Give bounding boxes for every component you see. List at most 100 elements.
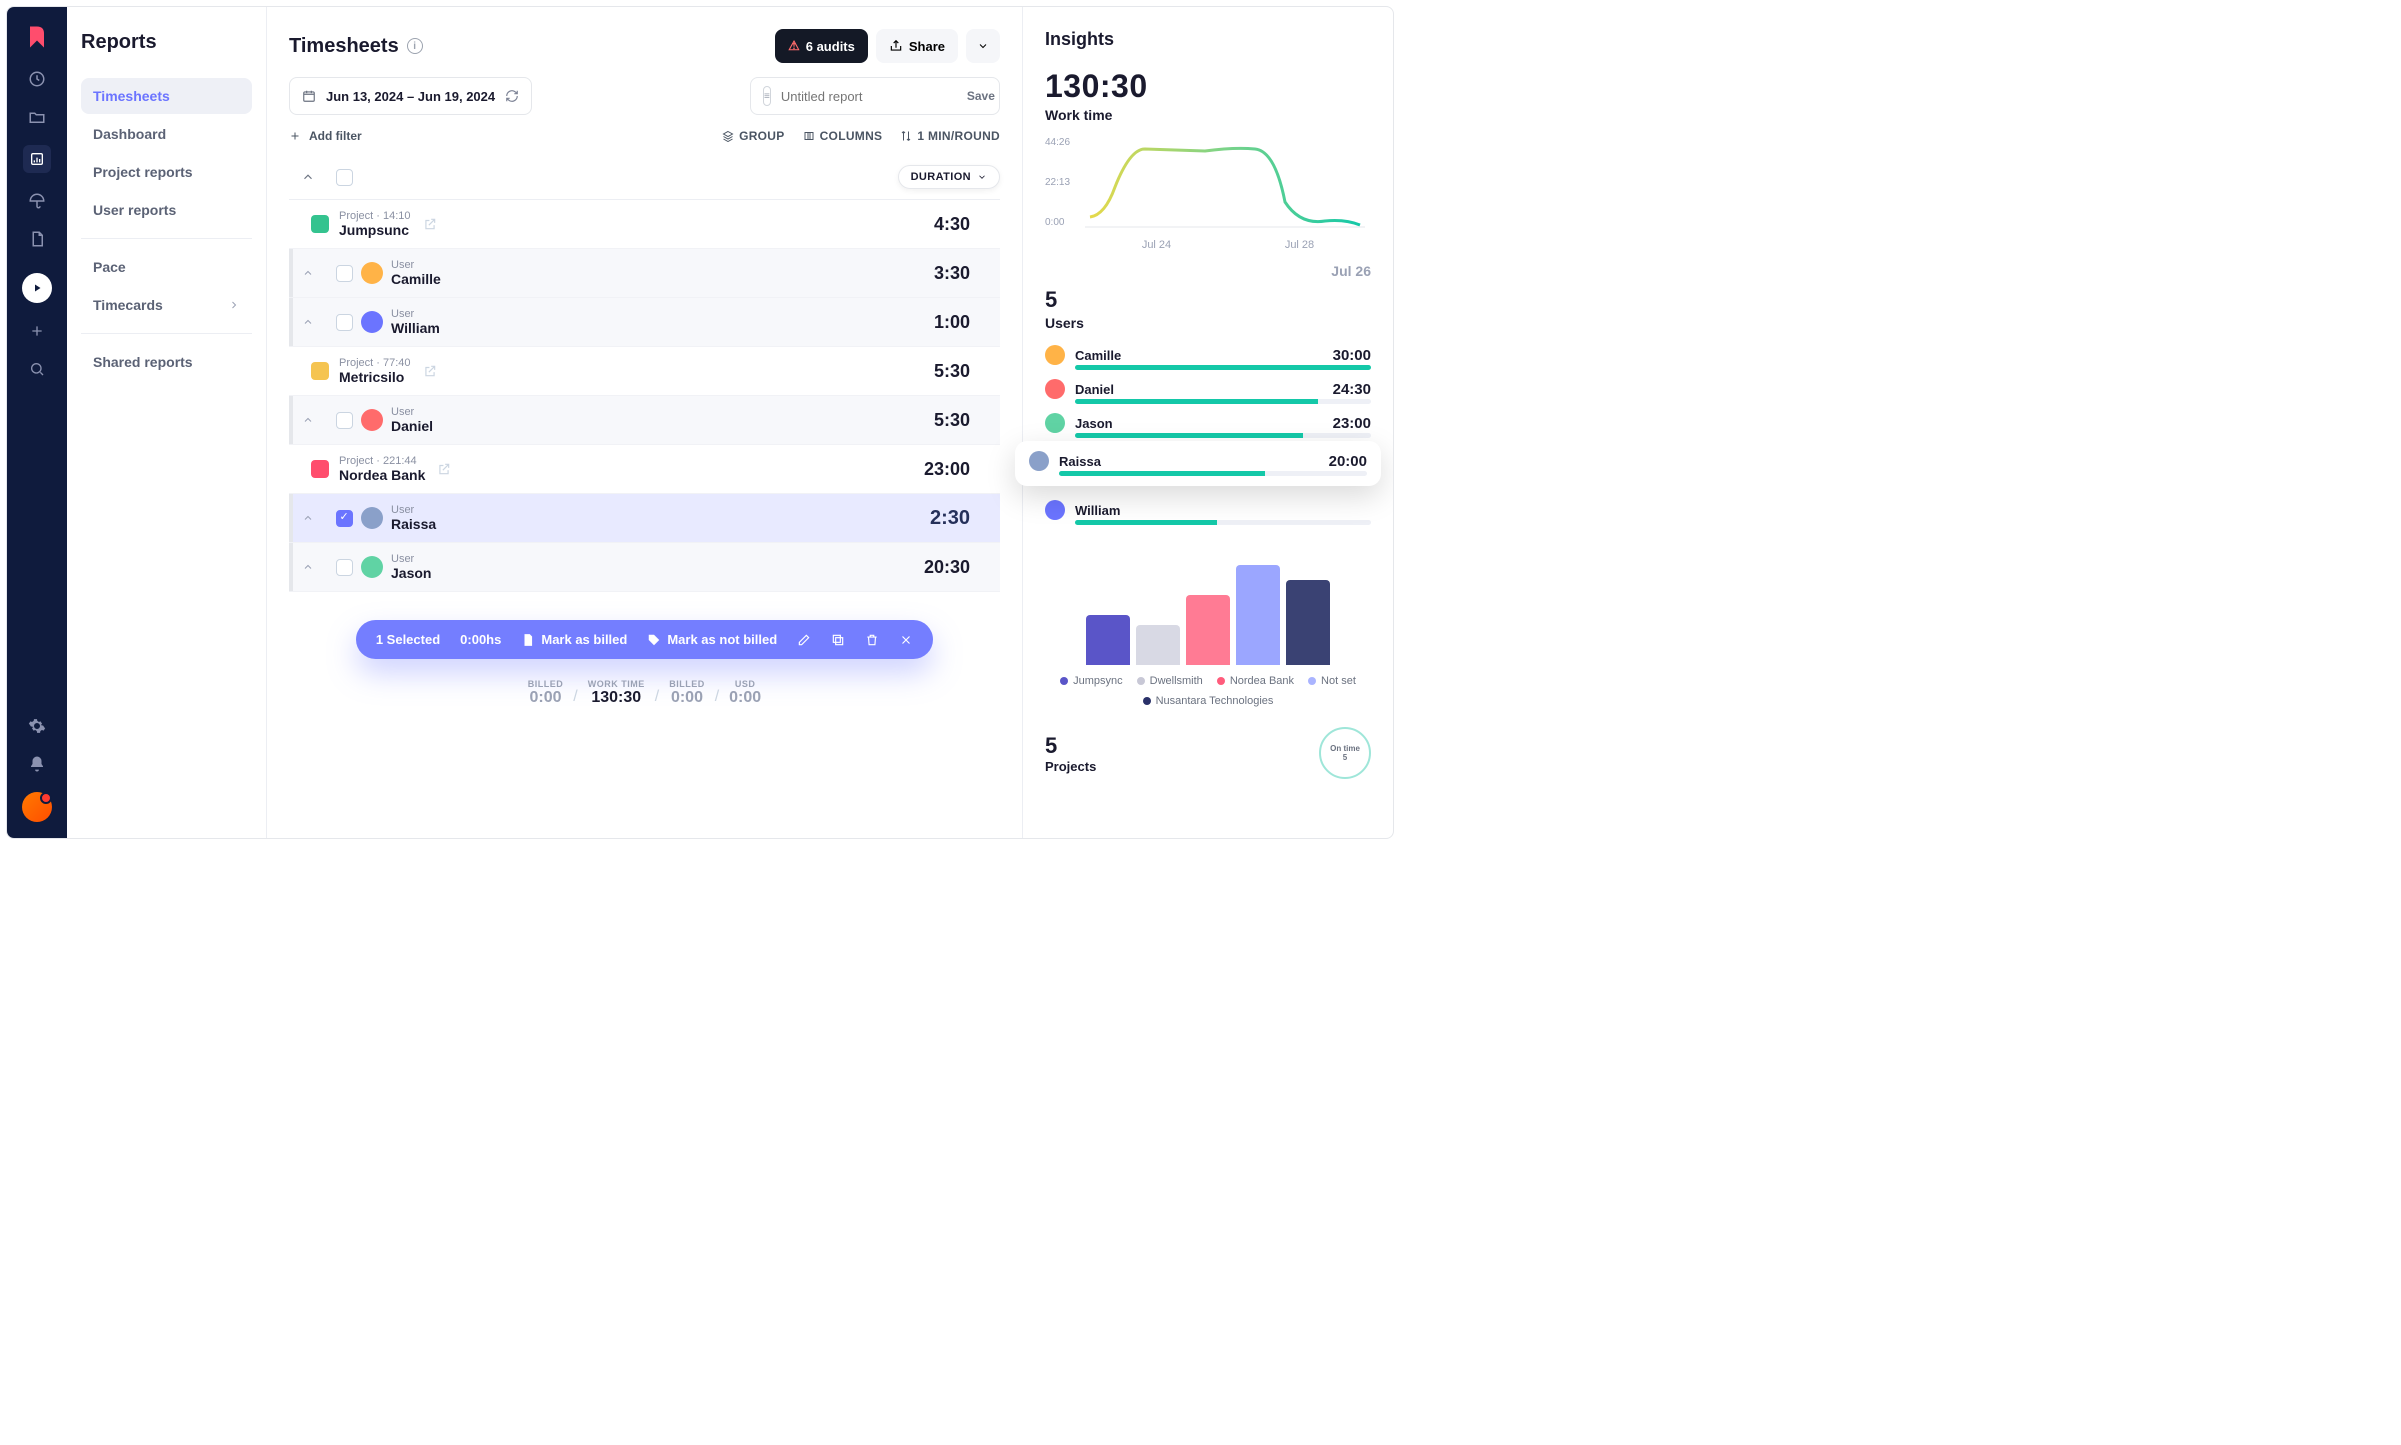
- folder-icon[interactable]: [27, 107, 47, 127]
- nav-rail: [7, 7, 67, 838]
- user-name: Jason: [391, 565, 431, 581]
- project-bar: [1086, 615, 1130, 665]
- close-selection-bar[interactable]: [899, 633, 913, 647]
- row-checkbox[interactable]: [336, 510, 353, 527]
- user-breakdown-row[interactable]: Daniel24:30: [1045, 379, 1371, 404]
- collapse-icon[interactable]: [302, 561, 314, 573]
- project-color-icon: [311, 460, 329, 478]
- project-color-icon: [311, 215, 329, 233]
- date-range-picker[interactable]: Jun 13, 2024 – Jun 19, 2024: [289, 77, 532, 115]
- group-button[interactable]: GROUP: [722, 129, 785, 143]
- reports-icon[interactable]: [23, 145, 51, 173]
- collapse-icon[interactable]: [301, 170, 315, 184]
- duration-column-menu[interactable]: DURATION: [898, 165, 1000, 189]
- row-checkbox[interactable]: [336, 265, 353, 282]
- play-button[interactable]: [22, 273, 52, 303]
- sidebar-title: Reports: [81, 31, 252, 54]
- sparkline-focus-date: Jul 26: [1045, 263, 1371, 279]
- columns-icon: [803, 130, 815, 142]
- external-link-icon[interactable]: [423, 217, 437, 231]
- legend-dot: [1060, 677, 1068, 685]
- user-avatar-icon: [1045, 379, 1065, 399]
- sidebar-item-shared-reports[interactable]: Shared reports: [81, 344, 252, 380]
- copy-button[interactable]: [831, 633, 845, 647]
- ontime-ring: On time 5: [1319, 727, 1371, 779]
- round-button[interactable]: 1 MIN/ROUND: [900, 129, 1000, 143]
- user-time: 20:00: [1329, 453, 1367, 470]
- user-time-bar: [1075, 520, 1371, 525]
- sidebar-item-timecards[interactable]: Timecards: [81, 287, 252, 323]
- user-row[interactable]: UserDaniel5:30: [289, 396, 1000, 445]
- clock-icon[interactable]: [27, 69, 47, 89]
- audits-button[interactable]: ⚠6 audits: [775, 29, 868, 63]
- edit-icon: [797, 633, 811, 647]
- collapse-icon[interactable]: [302, 267, 314, 279]
- save-report-button[interactable]: Save: [967, 89, 995, 103]
- search-icon[interactable]: [27, 359, 47, 379]
- project-bar: [1136, 625, 1180, 665]
- duration-cell: 2:30: [930, 507, 1000, 530]
- projects-label: Projects: [1045, 759, 1096, 774]
- delete-button[interactable]: [865, 633, 879, 647]
- columns-button[interactable]: COLUMNS: [803, 129, 883, 143]
- edit-button[interactable]: [797, 633, 811, 647]
- user-row[interactable]: UserJason20:30: [289, 543, 1000, 592]
- select-all-checkbox[interactable]: [336, 169, 353, 186]
- external-link-icon[interactable]: [437, 462, 451, 476]
- user-breakdown-row[interactable]: Jason23:00: [1045, 413, 1371, 438]
- user-row[interactable]: UserCamille3:30: [289, 249, 1000, 298]
- row-checkbox[interactable]: [336, 559, 353, 576]
- sidebar-item-project-reports[interactable]: Project reports: [81, 154, 252, 190]
- row-checkbox[interactable]: [336, 412, 353, 429]
- project-row[interactable]: Project · 77:40Metricsilo5:30: [289, 347, 1000, 396]
- settings-icon[interactable]: [27, 716, 47, 736]
- file-icon[interactable]: [27, 229, 47, 249]
- mark-as-not-billed-button[interactable]: Mark as not billed: [647, 632, 777, 647]
- external-link-icon[interactable]: [423, 364, 437, 378]
- row-meta: User: [391, 406, 433, 418]
- user-avatar-icon: [1045, 500, 1065, 520]
- share-button[interactable]: Share: [876, 29, 958, 63]
- report-name-input[interactable]: [781, 89, 957, 104]
- refresh-icon[interactable]: [505, 89, 519, 103]
- user-time: 24:30: [1333, 381, 1371, 398]
- user-row[interactable]: UserWilliam1:00: [289, 298, 1000, 347]
- legend-item: Nusantara Technologies: [1143, 695, 1274, 707]
- insights-title: Insights: [1045, 29, 1371, 50]
- sidebar-item-timesheets[interactable]: Timesheets: [81, 78, 252, 114]
- add-filter-button[interactable]: Add filter: [289, 129, 362, 143]
- share-dropdown[interactable]: [966, 29, 1000, 63]
- project-row[interactable]: Project · 14:10Jumpsunc4:30: [289, 200, 1000, 249]
- umbrella-icon[interactable]: [27, 191, 47, 211]
- user-avatar[interactable]: [22, 792, 52, 822]
- chevron-right-icon: [228, 299, 240, 311]
- chevron-down-icon: [977, 40, 989, 52]
- user-avatar-icon: [361, 262, 383, 284]
- user-row[interactable]: UserRaissa2:30: [289, 494, 1000, 543]
- total-label: BILLED: [528, 679, 564, 689]
- user-avatar-icon: [1045, 345, 1065, 365]
- user-breakdown-row[interactable]: Raissa20:00: [1015, 441, 1381, 486]
- trash-icon: [865, 633, 879, 647]
- user-breakdown-row[interactable]: Camille30:00: [1045, 345, 1371, 370]
- project-row[interactable]: Project · 221:44Nordea Bank23:00: [289, 445, 1000, 494]
- collapse-icon[interactable]: [302, 414, 314, 426]
- legend-dot: [1143, 697, 1151, 705]
- plus-icon[interactable]: [27, 321, 47, 341]
- sidebar-item-pace[interactable]: Pace: [81, 249, 252, 285]
- info-icon[interactable]: i: [407, 38, 423, 54]
- collapse-icon[interactable]: [302, 316, 314, 328]
- selected-hours: 0:00hs: [460, 632, 501, 647]
- layers-icon: [722, 130, 734, 142]
- total-label: BILLED: [669, 679, 705, 689]
- legend-dot: [1308, 677, 1316, 685]
- user-breakdown-row[interactable]: William: [1045, 500, 1371, 525]
- projects-count: 5: [1045, 733, 1096, 759]
- bell-icon[interactable]: [27, 754, 47, 774]
- report-name-box: ≡ Save: [750, 77, 1000, 115]
- collapse-icon[interactable]: [302, 512, 314, 524]
- row-checkbox[interactable]: [336, 314, 353, 331]
- sidebar-item-user-reports[interactable]: User reports: [81, 192, 252, 228]
- mark-as-billed-button[interactable]: Mark as billed: [521, 632, 627, 647]
- sidebar-item-dashboard[interactable]: Dashboard: [81, 116, 252, 152]
